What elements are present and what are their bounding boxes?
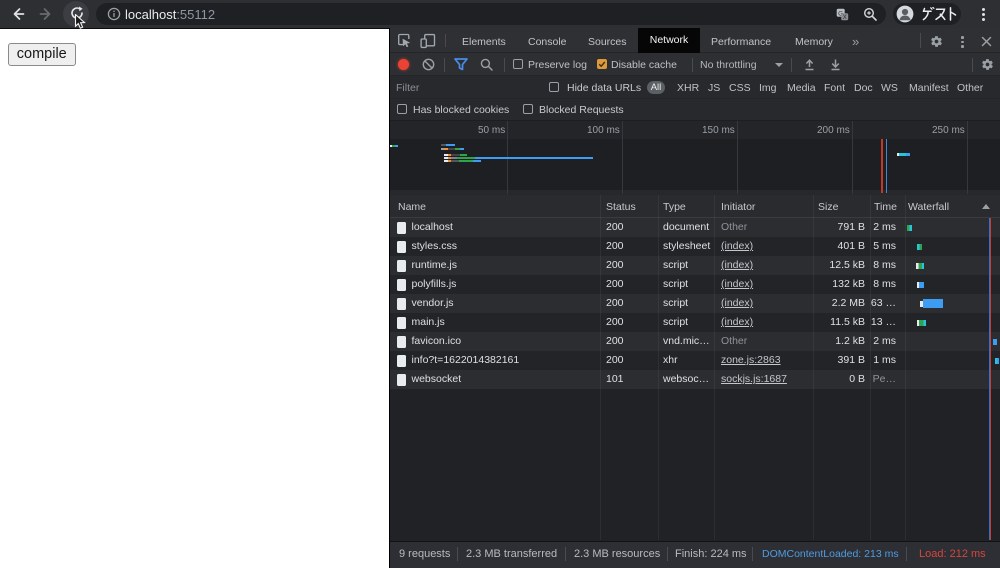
svg-text:X: X (843, 15, 847, 21)
